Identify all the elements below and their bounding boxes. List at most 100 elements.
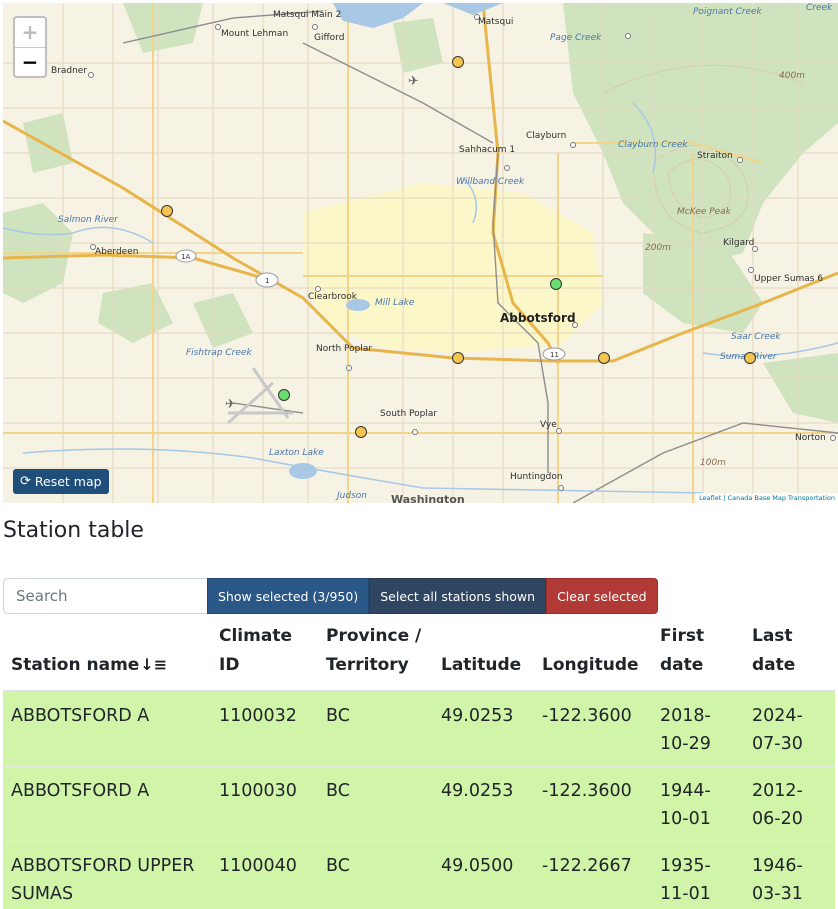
station-marker[interactable] (598, 352, 610, 364)
terrain-label: 200m (645, 243, 671, 253)
first-date-cell: 2018-10-29 (652, 691, 744, 767)
place-label: Matsqui Main 2 (273, 10, 341, 20)
water-label: Salmon River (58, 215, 119, 225)
search-input[interactable] (3, 578, 207, 614)
terrain-label: 100m (700, 458, 726, 468)
climate-id-cell: 1100030 (211, 766, 318, 842)
station-marker[interactable] (355, 426, 367, 438)
longitude-cell: -122.3600 (534, 766, 652, 842)
zoom-in-button[interactable]: + (15, 18, 45, 47)
water-label: Laxton Lake (269, 448, 324, 458)
province-cell: BC (318, 841, 433, 909)
highway-shield: 11 (542, 347, 566, 361)
water-label: Willband Creek (456, 177, 525, 187)
refresh-icon: ⟳ (20, 474, 31, 489)
basemap: 1A 1 11 Matsqui Main 2 Mount Lehman Giff… (3, 3, 838, 503)
longitude-cell: -122.3600 (534, 691, 652, 767)
longitude-cell: -122.2667 (534, 841, 652, 909)
place-label: Mount Lehman (221, 29, 288, 39)
water-label: Poignant Creek (693, 7, 763, 17)
table-row[interactable]: ABBOTSFORD UPPER SUMAS 1100040 BC 49.050… (3, 841, 835, 909)
column-header-last-date[interactable]: Last date (744, 617, 835, 692)
airport-icon: ✈ (408, 74, 419, 89)
table-header-row: Station name↓≡ Climate ID Province / Ter… (3, 617, 835, 692)
column-header-first-date[interactable]: First date (652, 617, 744, 692)
shield-1-label: 1 (265, 277, 269, 285)
place-label: Huntingdon (510, 472, 563, 482)
highway-shield: 1A (175, 249, 197, 263)
clear-selected-button[interactable]: Clear selected (546, 578, 658, 614)
table-row[interactable]: ABBOTSFORD A 1100032 BC 49.0253 -122.360… (3, 691, 835, 767)
table-row[interactable]: ABBOTSFORD A 1100030 BC 49.0253 -122.360… (3, 766, 835, 842)
station-name-cell: ABBOTSFORD A (3, 766, 211, 842)
station-marker[interactable] (452, 352, 464, 364)
station-name-cell: ABBOTSFORD A (3, 691, 211, 767)
place-label: Bradner (51, 66, 87, 76)
place-label: Matsqui (478, 17, 513, 27)
highway-shield: 1 (255, 272, 279, 288)
last-date-cell: 1946-03-31 (744, 841, 835, 909)
zoom-control: + − (13, 16, 47, 78)
station-name-cell: ABBOTSFORD UPPER SUMAS (3, 841, 211, 909)
place-label: Aberdeen (95, 247, 138, 257)
climate-id-cell: 1100040 (211, 841, 318, 909)
place-label: Upper Sumas 6 (754, 274, 823, 284)
latitude-cell: 49.0500 (433, 841, 534, 909)
water-label: Page Creek (550, 33, 602, 43)
column-header-station-name[interactable]: Station name↓≡ (3, 617, 211, 692)
last-date-cell: 2024-07-30 (744, 691, 835, 767)
water-label: Fishtrap Creek (186, 348, 252, 358)
water-label: Saar Creek (731, 332, 781, 342)
place-label: Vye (540, 420, 557, 430)
place-label: South Poplar (380, 409, 437, 419)
station-marker-selected[interactable] (550, 278, 562, 290)
station-marker[interactable] (744, 352, 756, 364)
city-label-abbotsford: Abbotsford (500, 311, 576, 325)
last-date-cell: 2012-06-20 (744, 766, 835, 842)
map-attribution[interactable]: Leaflet | Canada Base Map Transportation (696, 493, 838, 503)
country-label: Washington (391, 493, 465, 503)
place-label: North Poplar (316, 344, 372, 354)
latitude-cell: 49.0253 (433, 691, 534, 767)
column-header-climate-id[interactable]: Climate ID (211, 617, 318, 692)
province-cell: BC (318, 691, 433, 767)
select-all-button[interactable]: Select all stations shown (369, 578, 547, 614)
water-label: Mill Lake (375, 298, 415, 308)
sort-alpha-down-icon[interactable]: ↓≡ (140, 650, 167, 679)
column-header-longitude[interactable]: Longitude (534, 617, 652, 692)
station-marker[interactable] (452, 56, 464, 68)
place-label: Clearbrook (308, 292, 358, 302)
station-table: Station name↓≡ Climate ID Province / Ter… (3, 617, 835, 909)
water-label: Judson (335, 491, 367, 501)
airport-icon: ✈ (225, 397, 236, 412)
section-title: Station table (3, 518, 144, 543)
shield-1a-label: 1A (181, 253, 190, 261)
station-map[interactable]: 1A 1 11 Matsqui Main 2 Mount Lehman Giff… (3, 3, 838, 503)
first-date-cell: 1935-11-01 (652, 841, 744, 909)
reset-map-button[interactable]: ⟳ Reset map (13, 469, 109, 494)
column-header-latitude[interactable]: Latitude (433, 617, 534, 692)
terrain-label: McKee Peak (677, 207, 732, 217)
latitude-cell: 49.0253 (433, 766, 534, 842)
province-cell: BC (318, 766, 433, 842)
place-label: Gifford (314, 33, 344, 43)
place-label: Clayburn (526, 131, 566, 141)
column-header-label: Station name (11, 655, 140, 675)
climate-id-cell: 1100032 (211, 691, 318, 767)
place-label: Sahhacum 1 (459, 145, 515, 155)
column-header-province[interactable]: Province / Territory (318, 617, 433, 692)
station-marker-selected[interactable] (278, 389, 290, 401)
place-label: Straiton (697, 151, 733, 161)
shield-11-label: 11 (550, 351, 559, 359)
zoom-out-button[interactable]: − (15, 47, 45, 76)
place-label: Kilgard (723, 238, 754, 248)
table-toolbar: Show selected (3/950) Select all station… (3, 578, 658, 614)
station-marker[interactable] (161, 205, 173, 217)
place-label: Norton (795, 433, 826, 443)
terrain-label: 400m (779, 71, 805, 81)
water-label: Creek (806, 3, 833, 13)
water-label: Clayburn Creek (618, 140, 688, 150)
first-date-cell: 1944-10-01 (652, 766, 744, 842)
show-selected-button[interactable]: Show selected (3/950) (207, 578, 370, 614)
reset-map-label: Reset map (34, 474, 102, 489)
